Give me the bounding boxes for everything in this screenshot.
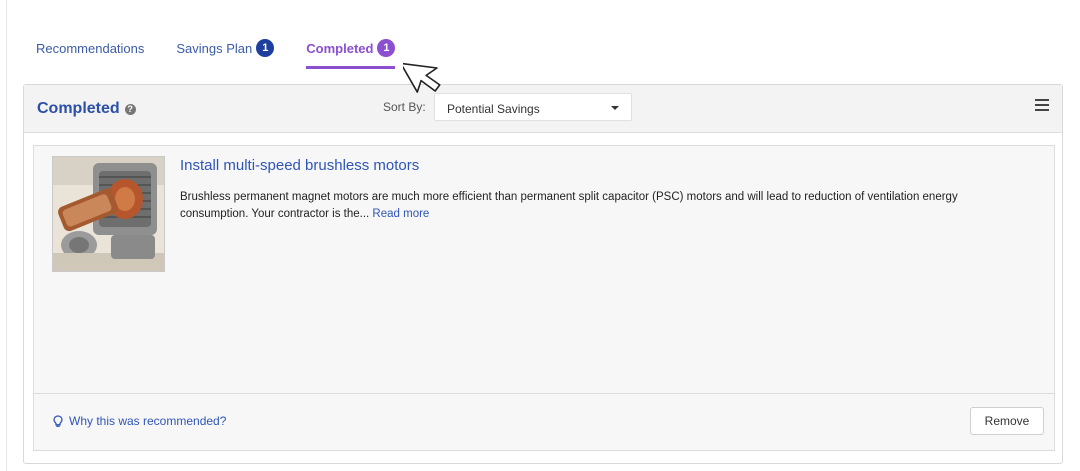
recommendation-card: Install multi-speed brushless motors Bru… — [33, 145, 1055, 451]
tab-savings-plan-label: Savings Plan — [176, 40, 253, 56]
card-description: Brushless permanent magnet motors are mu… — [180, 189, 1010, 223]
hamburger-icon-bar — [1035, 99, 1049, 101]
read-more-link[interactable]: Read more — [372, 208, 429, 220]
tab-completed-label: Completed — [306, 40, 374, 56]
card-description-text: Brushless permanent magnet motors are mu… — [180, 191, 958, 220]
why-recommended-link[interactable]: Why this was recommended? — [53, 414, 226, 428]
panel-title: Completed ? — [37, 100, 136, 118]
card-title-link[interactable]: Install multi-speed brushless motors — [180, 157, 419, 174]
panel-header: Completed ? Sort By: Potential Savings — [24, 85, 1062, 133]
sort-by-label: Sort By: — [383, 100, 426, 114]
completed-count-badge: 1 — [377, 39, 396, 57]
card-footer: Why this was recommended? Remove — [34, 393, 1054, 450]
remove-button[interactable]: Remove — [970, 407, 1044, 435]
help-icon[interactable]: ? — [124, 103, 136, 115]
completed-panel: Completed ? Sort By: Potential Savings I… — [23, 84, 1063, 464]
sort-by-select[interactable]: Potential Savings — [434, 93, 632, 121]
mouse-pointer-icon — [403, 62, 441, 93]
tab-recommendations[interactable]: Recommendations — [36, 38, 144, 58]
why-recommended-label: Why this was recommended? — [69, 414, 227, 428]
panel-title-text: Completed — [37, 100, 120, 117]
tab-completed[interactable]: Completed 1 — [306, 38, 396, 69]
hamburger-icon-bar — [1035, 109, 1049, 111]
sort-by-value: Potential Savings — [447, 102, 540, 116]
caret-down-icon — [611, 106, 619, 110]
savings-plan-count-badge: 1 — [256, 39, 275, 57]
hamburger-icon-bar — [1035, 104, 1049, 106]
page-left-border — [6, 0, 7, 471]
hamburger-menu-button[interactable] — [1030, 96, 1054, 118]
tab-bar: Recommendations Savings Plan 1 Completed… — [36, 38, 396, 69]
tab-savings-plan[interactable]: Savings Plan 1 — [176, 38, 275, 58]
motor-thumbnail-image — [52, 156, 165, 272]
tab-recommendations-label: Recommendations — [36, 40, 145, 56]
lightbulb-icon — [53, 414, 63, 427]
